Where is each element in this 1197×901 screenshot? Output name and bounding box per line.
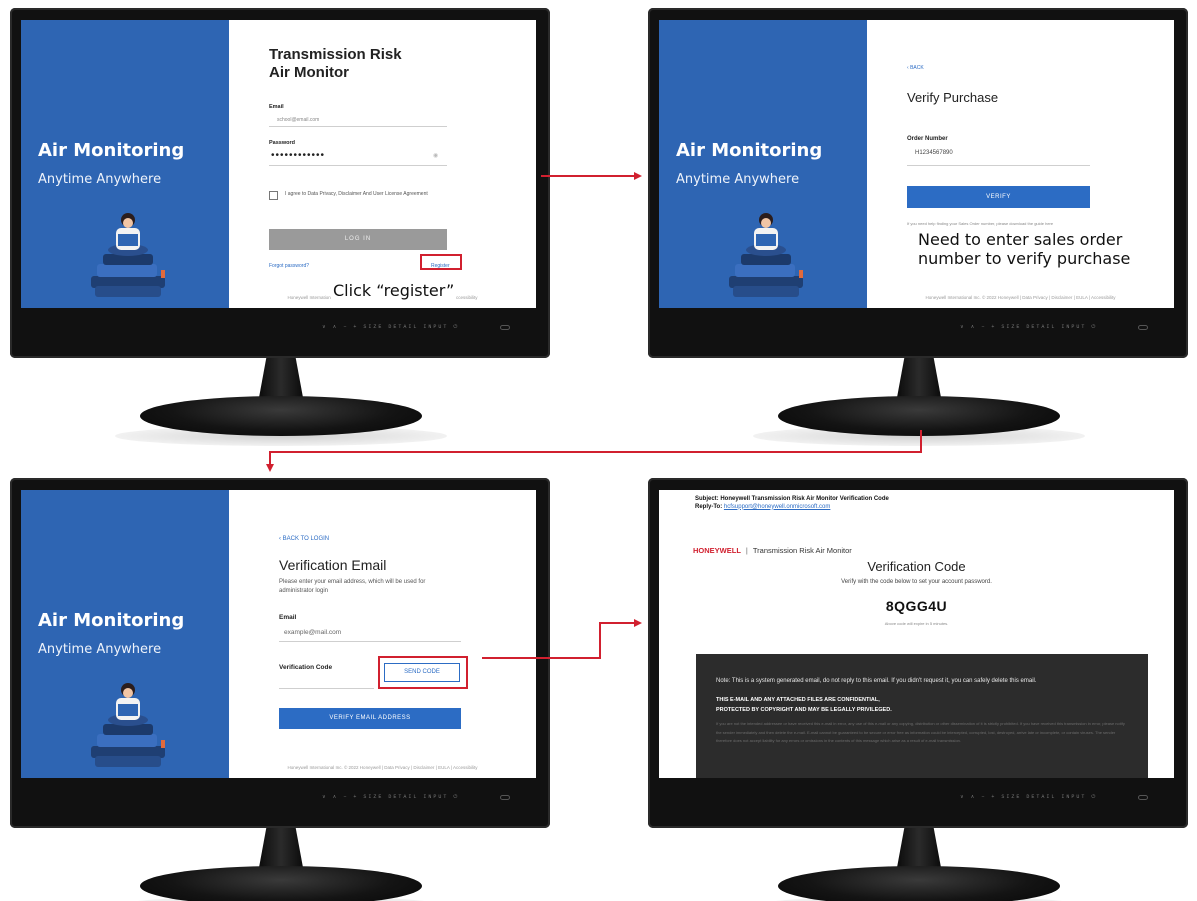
arrow-verify-to-email: [266, 430, 922, 472]
flow-arrows: [266, 172, 922, 659]
tutorial-figure: Air Monitoring Anytime Anywhere Transmis…: [0, 0, 1197, 901]
arrow-sendcode-to-inbox: [482, 619, 642, 659]
